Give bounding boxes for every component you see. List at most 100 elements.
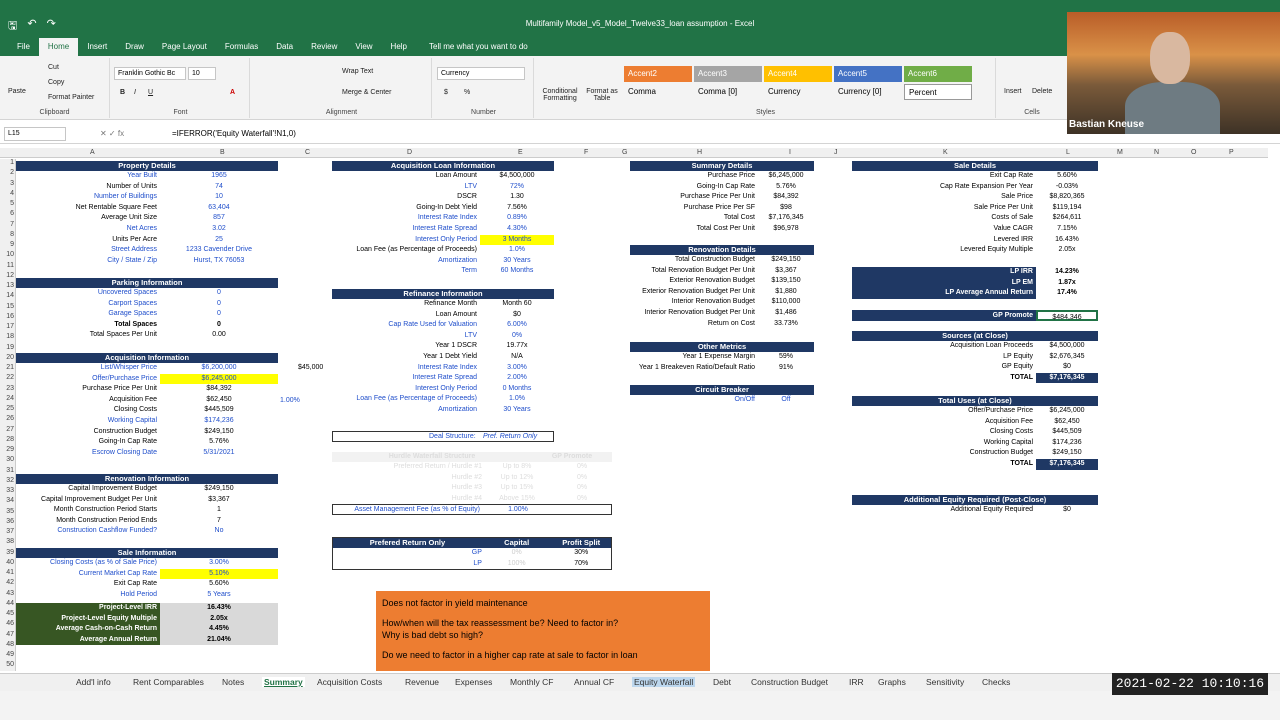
style-percent[interactable]: Percent [904,84,972,100]
row-value[interactable]: $84,392 [160,384,278,395]
row-header[interactable]: 7 [0,221,14,228]
column-header[interactable]: N [1154,149,1159,156]
column-header[interactable]: K [943,149,948,156]
row-value[interactable]: 74 [160,182,278,193]
row-value[interactable]: $1,880 [758,287,814,298]
row-header[interactable]: 16 [0,313,14,320]
row-header[interactable]: 21 [0,364,14,371]
row-value[interactable]: $0 [480,310,554,321]
row-header[interactable]: 29 [0,446,14,453]
row-value[interactable]: 0 Months [480,384,554,395]
tab-home[interactable]: Home [38,38,79,56]
style-accent4[interactable]: Accent4 [764,66,832,82]
row-header[interactable]: 42 [0,579,14,586]
row-value[interactable]: 1.0% [480,245,554,256]
style-accent5[interactable]: Accent5 [834,66,902,82]
row-cell[interactable]: 30% [551,548,611,559]
fx-icon[interactable]: ✕ ✓ fx [100,129,124,138]
row-header[interactable]: 2 [0,169,14,176]
row-value[interactable]: $110,000 [758,297,814,308]
row-value[interactable]: 1.0% [480,394,554,405]
row-value[interactable]: 5.60% [1036,171,1098,182]
row-value[interactable]: Off [758,395,814,406]
row-header[interactable]: 15 [0,303,14,310]
row-cell[interactable]: 100% [482,559,552,570]
row-header[interactable]: 13 [0,282,14,289]
format-painter-button[interactable]: Format Painter [48,94,94,101]
copy-button[interactable]: Copy [48,79,64,86]
row-value[interactable]: 72% [480,182,554,193]
row-value[interactable]: 0.00 [160,330,278,341]
sheet-tab[interactable]: Construction Budget [751,677,828,687]
row-header[interactable]: 24 [0,395,14,402]
row-value[interactable]: 1 [160,505,278,516]
row-value[interactable]: 30 Years [480,256,554,267]
row-value[interactable]: 3.00% [480,363,554,374]
number-format-select[interactable]: Currency [437,67,525,80]
formula-input[interactable]: =IFERROR('Equity Waterfall'!N1,0) [172,129,296,138]
row-value[interactable]: 14.23% [1036,267,1098,278]
row-value[interactable]: 5.10% [160,568,278,580]
row-value[interactable]: 1.87x [1036,277,1098,289]
font-color-icon[interactable]: A [230,89,235,96]
sheet-tab[interactable]: Notes [222,677,244,687]
format-as-table-button[interactable]: Format as Table [584,88,620,102]
row-value[interactable]: $2,676,345 [1036,352,1098,363]
column-header[interactable]: O [1191,149,1196,156]
row-header[interactable]: 12 [0,272,14,279]
sheet-tab[interactable]: Checks [982,677,1010,687]
row-value[interactable]: 1233 Cavender Drive [160,245,278,256]
insert-button[interactable]: Insert [1004,88,1022,95]
redo-icon[interactable]: ↷ [47,17,56,36]
column-header[interactable]: G [622,149,627,156]
row-value[interactable]: 4.30% [480,224,554,235]
row-value[interactable]: No [160,526,278,537]
row-value[interactable]: 5.60% [160,579,278,590]
column-header[interactable]: D [407,149,412,156]
delete-button[interactable]: Delete [1032,88,1052,95]
row-value[interactable]: $0 [1036,362,1098,373]
row-header[interactable]: 4 [0,190,14,197]
style-comma0[interactable]: Comma [0] [694,84,762,100]
row-value[interactable]: 1.30 [480,192,554,203]
tab-file[interactable]: File [8,38,39,56]
row-value[interactable]: $1,486 [758,308,814,319]
row-header[interactable]: 17 [0,323,14,330]
row-value[interactable]: $84,392 [758,192,814,203]
sheet-tab[interactable]: Add'l info [76,677,111,687]
row-value[interactable]: 0 [160,309,278,320]
column-header[interactable]: C [305,149,310,156]
cut-button[interactable]: Cut [48,64,59,71]
row-value[interactable]: $3,367 [160,495,278,506]
italic-button[interactable]: I [134,89,136,96]
row-value[interactable]: 5.76% [758,182,814,193]
tab-view[interactable]: View [346,38,381,56]
row-value[interactable]: 0 [160,299,278,310]
row-header[interactable]: 47 [0,631,14,638]
merge-center-button[interactable]: Merge & Center [342,89,391,96]
row-header[interactable]: 6 [0,210,14,217]
row-value[interactable]: 2.05x [1036,245,1098,256]
row-value[interactable]: $6,245,000 [758,171,814,182]
row-value[interactable]: 59% [758,352,814,363]
row-value[interactable]: 857 [160,213,278,224]
row-header[interactable]: 49 [0,651,14,658]
row-value[interactable]: 10 [160,192,278,203]
sheet-tab[interactable]: Graphs [878,677,906,687]
save-icon[interactable]: 🖫 [8,17,17,36]
tab-insert[interactable]: Insert [78,38,116,56]
row-value[interactable]: $62,450 [160,395,278,406]
row-header[interactable]: 23 [0,385,14,392]
tab-draw[interactable]: Draw [116,38,153,56]
row-value[interactable]: 91% [758,363,814,374]
row-value[interactable]: $445,509 [160,405,278,416]
row-value[interactable]: 3 Months [480,234,554,246]
row-value[interactable]: 0.89% [480,213,554,224]
row-header[interactable]: 37 [0,528,14,535]
deal-structure-value[interactable]: Pref. Return Only [483,432,537,442]
row-header[interactable]: 46 [0,620,14,627]
column-header[interactable]: F [584,149,588,156]
tell-me-box[interactable]: Tell me what you want to do [420,38,537,56]
sheet-tab[interactable]: Acquisition Costs [317,677,382,687]
row-header[interactable]: 26 [0,415,14,422]
